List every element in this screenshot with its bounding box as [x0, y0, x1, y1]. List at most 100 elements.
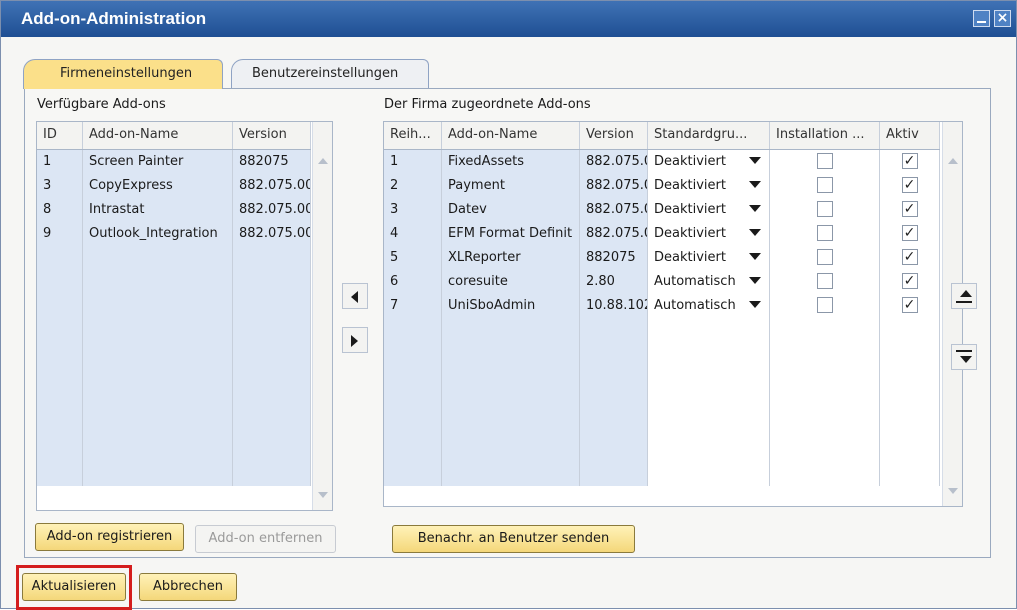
standard-group-dropdown[interactable]: Automatisch: [648, 270, 770, 294]
table-row[interactable]: [384, 390, 940, 414]
table-cell[interactable]: 7: [384, 294, 442, 318]
column-header[interactable]: Add-on-Name: [442, 122, 580, 149]
standard-group-dropdown[interactable]: [648, 366, 770, 390]
active-checkbox[interactable]: ✓: [901, 201, 918, 217]
standard-group-dropdown[interactable]: Deaktiviert: [648, 174, 770, 198]
table-cell[interactable]: [83, 390, 233, 414]
table-cell[interactable]: [580, 462, 648, 486]
table-cell[interactable]: [83, 462, 233, 486]
standard-group-dropdown[interactable]: Deaktiviert: [648, 198, 770, 222]
table-cell[interactable]: [83, 246, 233, 270]
table-row[interactable]: [384, 462, 940, 486]
table-cell[interactable]: [233, 414, 311, 438]
table-cell[interactable]: [83, 414, 233, 438]
installation-checkbox[interactable]: [816, 249, 833, 265]
table-cell[interactable]: 4: [384, 222, 442, 246]
table-cell[interactable]: 10.88.102: [580, 294, 648, 318]
table-row[interactable]: [384, 438, 940, 462]
table-cell[interactable]: 1: [384, 150, 442, 174]
table-cell[interactable]: 8: [37, 198, 83, 222]
table-cell[interactable]: [37, 414, 83, 438]
table-row[interactable]: [384, 414, 940, 438]
table-cell[interactable]: [233, 246, 311, 270]
table-cell[interactable]: 882075: [233, 150, 311, 174]
table-cell[interactable]: 882.075.0: [580, 198, 648, 222]
cancel-button[interactable]: Abbrechen: [139, 573, 237, 601]
table-cell[interactable]: 882.075.0: [580, 222, 648, 246]
table-cell[interactable]: [384, 366, 442, 390]
table-cell[interactable]: [37, 318, 83, 342]
move-left-button[interactable]: [342, 283, 368, 309]
table-row[interactable]: 3 Datev 882.075.0 Deaktiviert ✓: [384, 198, 940, 222]
table-cell[interactable]: 3: [384, 198, 442, 222]
assigned-scrollbar[interactable]: [942, 122, 962, 506]
table-row[interactable]: [37, 438, 311, 462]
table-cell[interactable]: 882.075.00.: [233, 198, 311, 222]
table-cell[interactable]: 2: [384, 174, 442, 198]
table-cell[interactable]: [37, 270, 83, 294]
installation-checkbox[interactable]: [816, 297, 833, 313]
table-cell[interactable]: [83, 318, 233, 342]
column-header[interactable]: Version: [233, 122, 311, 149]
installation-checkbox[interactable]: [816, 225, 833, 241]
table-cell[interactable]: [233, 342, 311, 366]
table-cell[interactable]: [580, 318, 648, 342]
active-checkbox[interactable]: ✓: [901, 225, 918, 241]
table-cell[interactable]: [83, 366, 233, 390]
standard-group-dropdown[interactable]: [648, 318, 770, 342]
table-cell[interactable]: [580, 438, 648, 462]
standard-group-dropdown[interactable]: Deaktiviert: [648, 246, 770, 270]
table-row[interactable]: [384, 342, 940, 366]
table-cell[interactable]: [384, 414, 442, 438]
active-checkbox[interactable]: ✓: [901, 297, 918, 313]
table-cell[interactable]: 9: [37, 222, 83, 246]
move-right-button[interactable]: [342, 327, 368, 353]
table-row[interactable]: [37, 246, 311, 270]
register-addon-button[interactable]: Add-on registrieren: [35, 523, 184, 551]
standard-group-dropdown[interactable]: Deaktiviert: [648, 222, 770, 246]
table-cell[interactable]: UniSboAdmin: [442, 294, 580, 318]
table-cell[interactable]: EFM Format Definit: [442, 222, 580, 246]
table-cell[interactable]: [83, 270, 233, 294]
table-cell[interactable]: [233, 270, 311, 294]
table-row[interactable]: 2 Payment 882.075.0 Deaktiviert ✓: [384, 174, 940, 198]
table-cell[interactable]: [384, 390, 442, 414]
table-cell[interactable]: 882.075.0: [580, 150, 648, 174]
table-row[interactable]: 9 Outlook_Integration 882.075.00.: [37, 222, 311, 246]
table-cell[interactable]: [442, 462, 580, 486]
update-button[interactable]: Aktualisieren: [22, 573, 126, 601]
column-header[interactable]: Reih...: [384, 122, 442, 149]
table-cell[interactable]: [37, 342, 83, 366]
table-row[interactable]: [37, 270, 311, 294]
standard-group-dropdown[interactable]: [648, 342, 770, 366]
installation-checkbox[interactable]: [816, 201, 833, 217]
available-scrollbar[interactable]: [312, 122, 332, 510]
table-cell[interactable]: [442, 438, 580, 462]
table-cell[interactable]: Datev: [442, 198, 580, 222]
table-cell[interactable]: 882.075.00.: [233, 222, 311, 246]
remove-addon-button[interactable]: Add-on entfernen: [195, 525, 336, 553]
table-cell[interactable]: [442, 390, 580, 414]
table-cell[interactable]: [442, 342, 580, 366]
table-cell[interactable]: [384, 342, 442, 366]
table-row[interactable]: [37, 318, 311, 342]
move-up-button[interactable]: [951, 283, 977, 309]
table-cell[interactable]: [37, 438, 83, 462]
table-row[interactable]: [37, 390, 311, 414]
table-cell[interactable]: [580, 390, 648, 414]
table-cell[interactable]: Outlook_Integration: [83, 222, 233, 246]
table-cell[interactable]: 2.80: [580, 270, 648, 294]
column-header[interactable]: Installation ...: [770, 122, 880, 149]
table-row[interactable]: [37, 414, 311, 438]
column-header[interactable]: Standardgru...: [648, 122, 770, 149]
standard-group-dropdown[interactable]: Deaktiviert: [648, 150, 770, 174]
table-cell[interactable]: 6: [384, 270, 442, 294]
table-cell[interactable]: [384, 462, 442, 486]
minimize-icon[interactable]: [973, 10, 990, 27]
tab-firmeneinstellungen[interactable]: Firmeneinstellungen: [23, 59, 223, 89]
table-row[interactable]: [37, 462, 311, 486]
standard-group-dropdown[interactable]: [648, 438, 770, 462]
table-row[interactable]: 6 coresuite 2.80 Automatisch ✓: [384, 270, 940, 294]
table-cell[interactable]: [233, 462, 311, 486]
active-checkbox[interactable]: ✓: [901, 273, 918, 289]
